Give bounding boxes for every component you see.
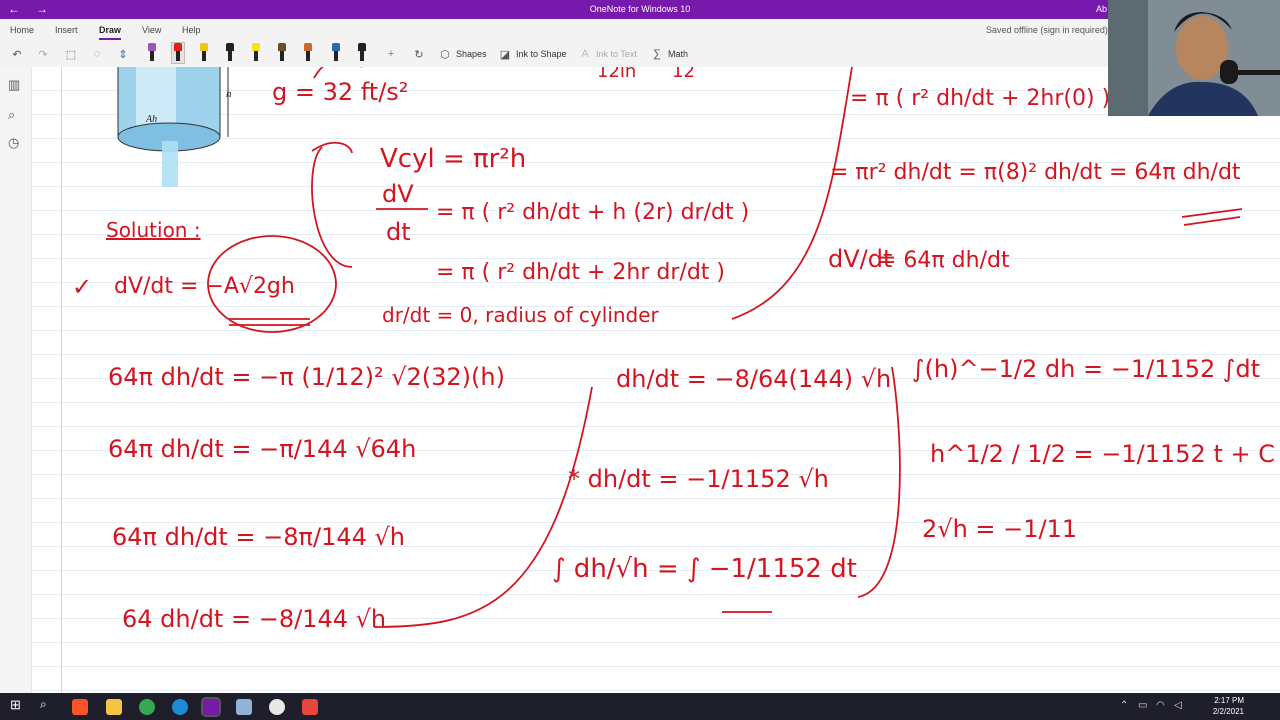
file-explorer-icon[interactable] xyxy=(106,699,122,715)
search-icon[interactable]: ⌕ xyxy=(8,107,15,123)
g-equation: g = 32 ft/s² xyxy=(272,78,408,106)
add-space-icon[interactable]: ⇕ xyxy=(116,45,134,63)
windows-start-icon[interactable]: ⊞ xyxy=(10,697,26,713)
ink-replay-icon[interactable]: ↻ xyxy=(412,45,430,63)
pen-9-icon[interactable] xyxy=(356,43,368,63)
onenote-taskbar-icon[interactable] xyxy=(201,697,221,717)
system-clock[interactable]: 2:17 PM 2/2/2021 xyxy=(1196,695,1244,717)
eraser-icon[interactable]: ◌ xyxy=(90,45,108,63)
notebooks-icon[interactable]: ▥ xyxy=(8,77,20,93)
save-status: Saved offline (sign in required) xyxy=(986,25,1108,35)
solution-heading: Solution : xyxy=(106,218,201,242)
cylinder-diagram: h Ah xyxy=(117,67,232,187)
windows-taskbar: ⊞ ⌕ ⌃ ▭ ◠ ◁ 2:17 PM 2/2/2021 xyxy=(0,693,1280,720)
right-dv-equation-1: = πr² dh/dt = π(8)² dh/dt = 64π dh/dt xyxy=(830,160,1241,185)
navigation-sidebar: ▥ ⌕ ◷ xyxy=(0,67,32,693)
draw-toolbar: ↶ ↷ ⬚ ◌ ⇕ + ↻ ⬡ Shapes ◪ Ink to Shape A Ink… xyxy=(0,41,1110,68)
dvdt-equation: dV/dt = −A√2gh xyxy=(114,274,295,299)
top-fragment-2: 12 xyxy=(672,67,695,82)
right-step-2: h^1/2 / 1/2 = −1/1152 t + C xyxy=(930,440,1275,468)
volume-icon[interactable]: ◁ xyxy=(1174,700,1182,711)
ink-to-text-icon: A xyxy=(581,48,589,60)
wifi-icon[interactable]: ◠ xyxy=(1156,700,1165,711)
right-step-3: 2√h = −1/11 xyxy=(922,515,1077,543)
webcam-overlay xyxy=(1108,0,1280,116)
check-mark: ✓ xyxy=(72,273,92,301)
tab-help[interactable]: Help xyxy=(182,25,201,35)
pen-6-icon[interactable] xyxy=(276,43,288,63)
pen-5-icon[interactable] xyxy=(250,43,262,63)
step-3: 64π dh/dt = −8π/144 √h xyxy=(112,523,405,551)
dt-denominator: dt xyxy=(386,218,411,246)
brace-bottom-right xyxy=(857,366,901,598)
dv-simplified: = π ( r² dh/dt + 2hr dr/dt ) xyxy=(436,260,725,285)
shapes-button[interactable]: ⬡ Shapes xyxy=(438,45,486,63)
brace-top-right xyxy=(731,67,853,320)
step-2: 64π dh/dt = −π/144 √64h xyxy=(108,435,416,463)
lasso-select-icon[interactable]: ⬚ xyxy=(64,45,82,63)
network-icon[interactable]: ▭ xyxy=(1138,700,1147,711)
ribbon-tabs: Home Insert Draw View Help Saved offline… xyxy=(0,19,1110,41)
svg-text:h: h xyxy=(226,88,232,100)
math-button[interactable]: ∑ Math xyxy=(650,45,688,63)
tab-view[interactable]: View xyxy=(142,25,161,35)
pen-8-icon[interactable] xyxy=(330,43,342,63)
pen-1-icon[interactable] xyxy=(146,43,158,63)
tab-insert[interactable]: Insert xyxy=(55,25,78,35)
pen-4-icon[interactable] xyxy=(224,43,236,63)
user-initials[interactable]: Ab xyxy=(1096,4,1107,14)
arrow-bottom-curve xyxy=(373,386,593,628)
recent-icon[interactable]: ◷ xyxy=(8,135,19,151)
shapes-icon: ⬡ xyxy=(440,48,450,61)
ink-to-text-button[interactable]: A Ink to Text xyxy=(578,45,637,63)
chevron-up-icon[interactable]: ⌃ xyxy=(1120,700,1128,711)
drdt-zero-note: dr/dt = 0, radius of cylinder xyxy=(382,303,660,327)
right-step-1: ∫(h)^−1/2 dh = −1/1152 ∫dt xyxy=(912,355,1260,383)
math-icon: ∑ xyxy=(653,48,661,60)
step-1: 64π dh/dt = −π (1/12)² √2(32)(h) xyxy=(108,363,505,391)
redo-icon[interactable]: ↷ xyxy=(36,45,54,63)
mid-step-3: ∫ dh/√h = ∫ −1/1152 dt xyxy=(552,554,857,584)
ink-canvas: h Ah g = 32 ft/s² 12in 12 Solution : ✓ d… xyxy=(72,67,1275,633)
tab-draw[interactable]: Draw xyxy=(99,25,122,40)
right-top-equation: = π ( r² dh/dt + 2hr(0) ) xyxy=(850,86,1110,111)
app-taskbar-icon[interactable] xyxy=(236,699,252,715)
add-pen-icon[interactable]: + xyxy=(384,45,402,63)
capture-taskbar-icon[interactable] xyxy=(302,699,318,715)
mid-step-2: * dh/dt = −1/1152 √h xyxy=(568,465,829,493)
dv-numerator: dV xyxy=(382,180,414,208)
vcyl-equation: Vcyl = πr²h xyxy=(380,144,526,174)
step-4: 64 dh/dt = −8/144 √h xyxy=(122,605,386,633)
title-bar: ← → OneNote for Windows 10 Ab xyxy=(0,0,1280,19)
note-page[interactable]: h Ah g = 32 ft/s² 12in 12 Solution : ✓ d… xyxy=(32,67,1280,693)
mid-step-1: dh/dt = −8/64(144) √h xyxy=(616,365,891,393)
top-fragment-1: 12in xyxy=(597,67,636,82)
right-dv-rhs-2: = 64π dh/dt xyxy=(878,248,1010,273)
edge-icon[interactable] xyxy=(172,699,188,715)
pen-7-icon[interactable] xyxy=(302,43,314,63)
taskbar-search-icon[interactable]: ⌕ xyxy=(40,697,56,713)
dv-product-rule: = π ( r² dh/dt + h (2r) dr/dt ) xyxy=(436,200,749,225)
ink-to-shape-icon: ◪ xyxy=(499,48,511,61)
undo-icon[interactable]: ↶ xyxy=(10,45,28,63)
svg-text:Ah: Ah xyxy=(145,114,157,125)
window-title: OneNote for Windows 10 xyxy=(589,4,691,14)
chrome-icon[interactable] xyxy=(139,699,155,715)
tab-home[interactable]: Home xyxy=(10,25,34,35)
recorder-taskbar-icon[interactable] xyxy=(269,699,285,715)
pen-2-icon[interactable] xyxy=(171,42,185,64)
brave-browser-icon[interactable] xyxy=(72,699,88,715)
ink-to-shape-button[interactable]: ◪ Ink to Shape xyxy=(498,45,567,63)
pen-3-icon[interactable] xyxy=(198,43,210,63)
